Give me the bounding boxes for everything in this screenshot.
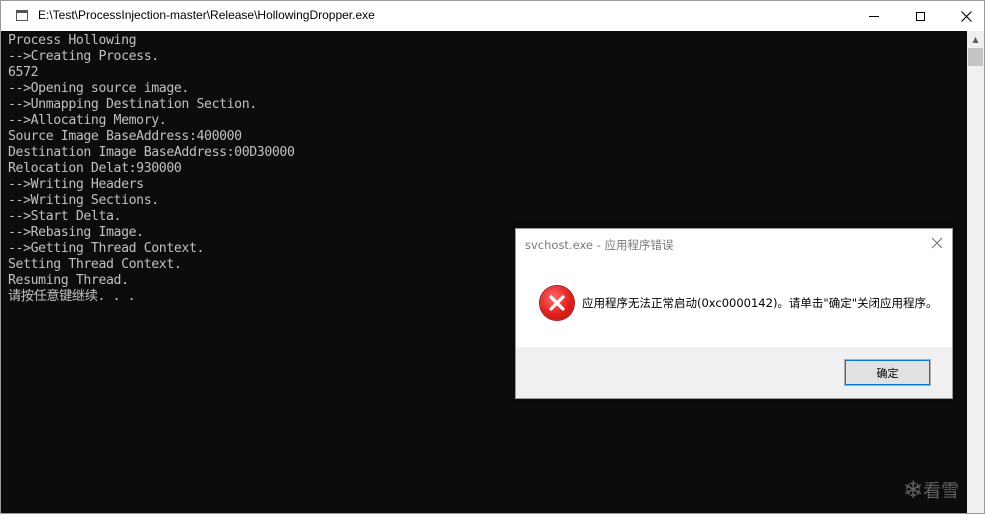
close-button[interactable] [943, 1, 984, 31]
window-title: E:\Test\ProcessInjection-master\Release\… [38, 8, 375, 22]
console-line: -->Creating Process. [8, 49, 159, 64]
console-line: Source Image BaseAddress:400000 [8, 129, 242, 144]
scroll-thumb[interactable] [968, 48, 983, 66]
ok-button[interactable]: 确定 [844, 359, 931, 386]
console-line: Destination Image BaseAddress:00D30000 [8, 145, 295, 160]
dialog-close-icon[interactable] [930, 236, 944, 250]
watermark: ❄ 看雪 [903, 476, 959, 504]
vertical-scrollbar[interactable]: ▲ [967, 31, 984, 513]
minimize-icon [869, 15, 879, 17]
error-icon [540, 286, 574, 320]
maximize-icon [915, 11, 925, 21]
dialog-title: svchost.exe - 应用程序错误 [525, 238, 674, 252]
maximize-button[interactable] [897, 1, 943, 31]
console-line: -->Unmapping Destination Section. [8, 97, 257, 112]
dialog-footer: 确定 [516, 347, 952, 398]
console-line: -->Writing Headers [8, 177, 144, 192]
console-line: -->Opening source image. [8, 81, 189, 96]
snowflake-icon: ❄ [903, 476, 924, 504]
console-line: -->Start Delta. [8, 209, 122, 224]
error-dialog: svchost.exe - 应用程序错误 应用程序无法正常启动(0xc00001… [515, 228, 953, 399]
dialog-message: 应用程序无法正常启动(0xc0000142)。请单击"确定"关闭应用程序。 [582, 296, 938, 310]
close-icon [960, 10, 972, 22]
console-line: -->Writing Sections. [8, 193, 159, 208]
console-line: Relocation Delat:930000 [8, 161, 182, 176]
console-line: 6572 [8, 65, 39, 80]
title-bar[interactable]: E:\Test\ProcessInjection-master\Release\… [1, 1, 984, 31]
console-app-icon [16, 10, 28, 21]
watermark-text: 看雪 [923, 481, 960, 502]
console-line: Process Hollowing [8, 33, 137, 48]
minimize-button[interactable] [851, 1, 897, 31]
scroll-up-arrow-icon[interactable]: ▲ [967, 31, 984, 48]
console-line: -->Allocating Memory. [8, 113, 167, 128]
